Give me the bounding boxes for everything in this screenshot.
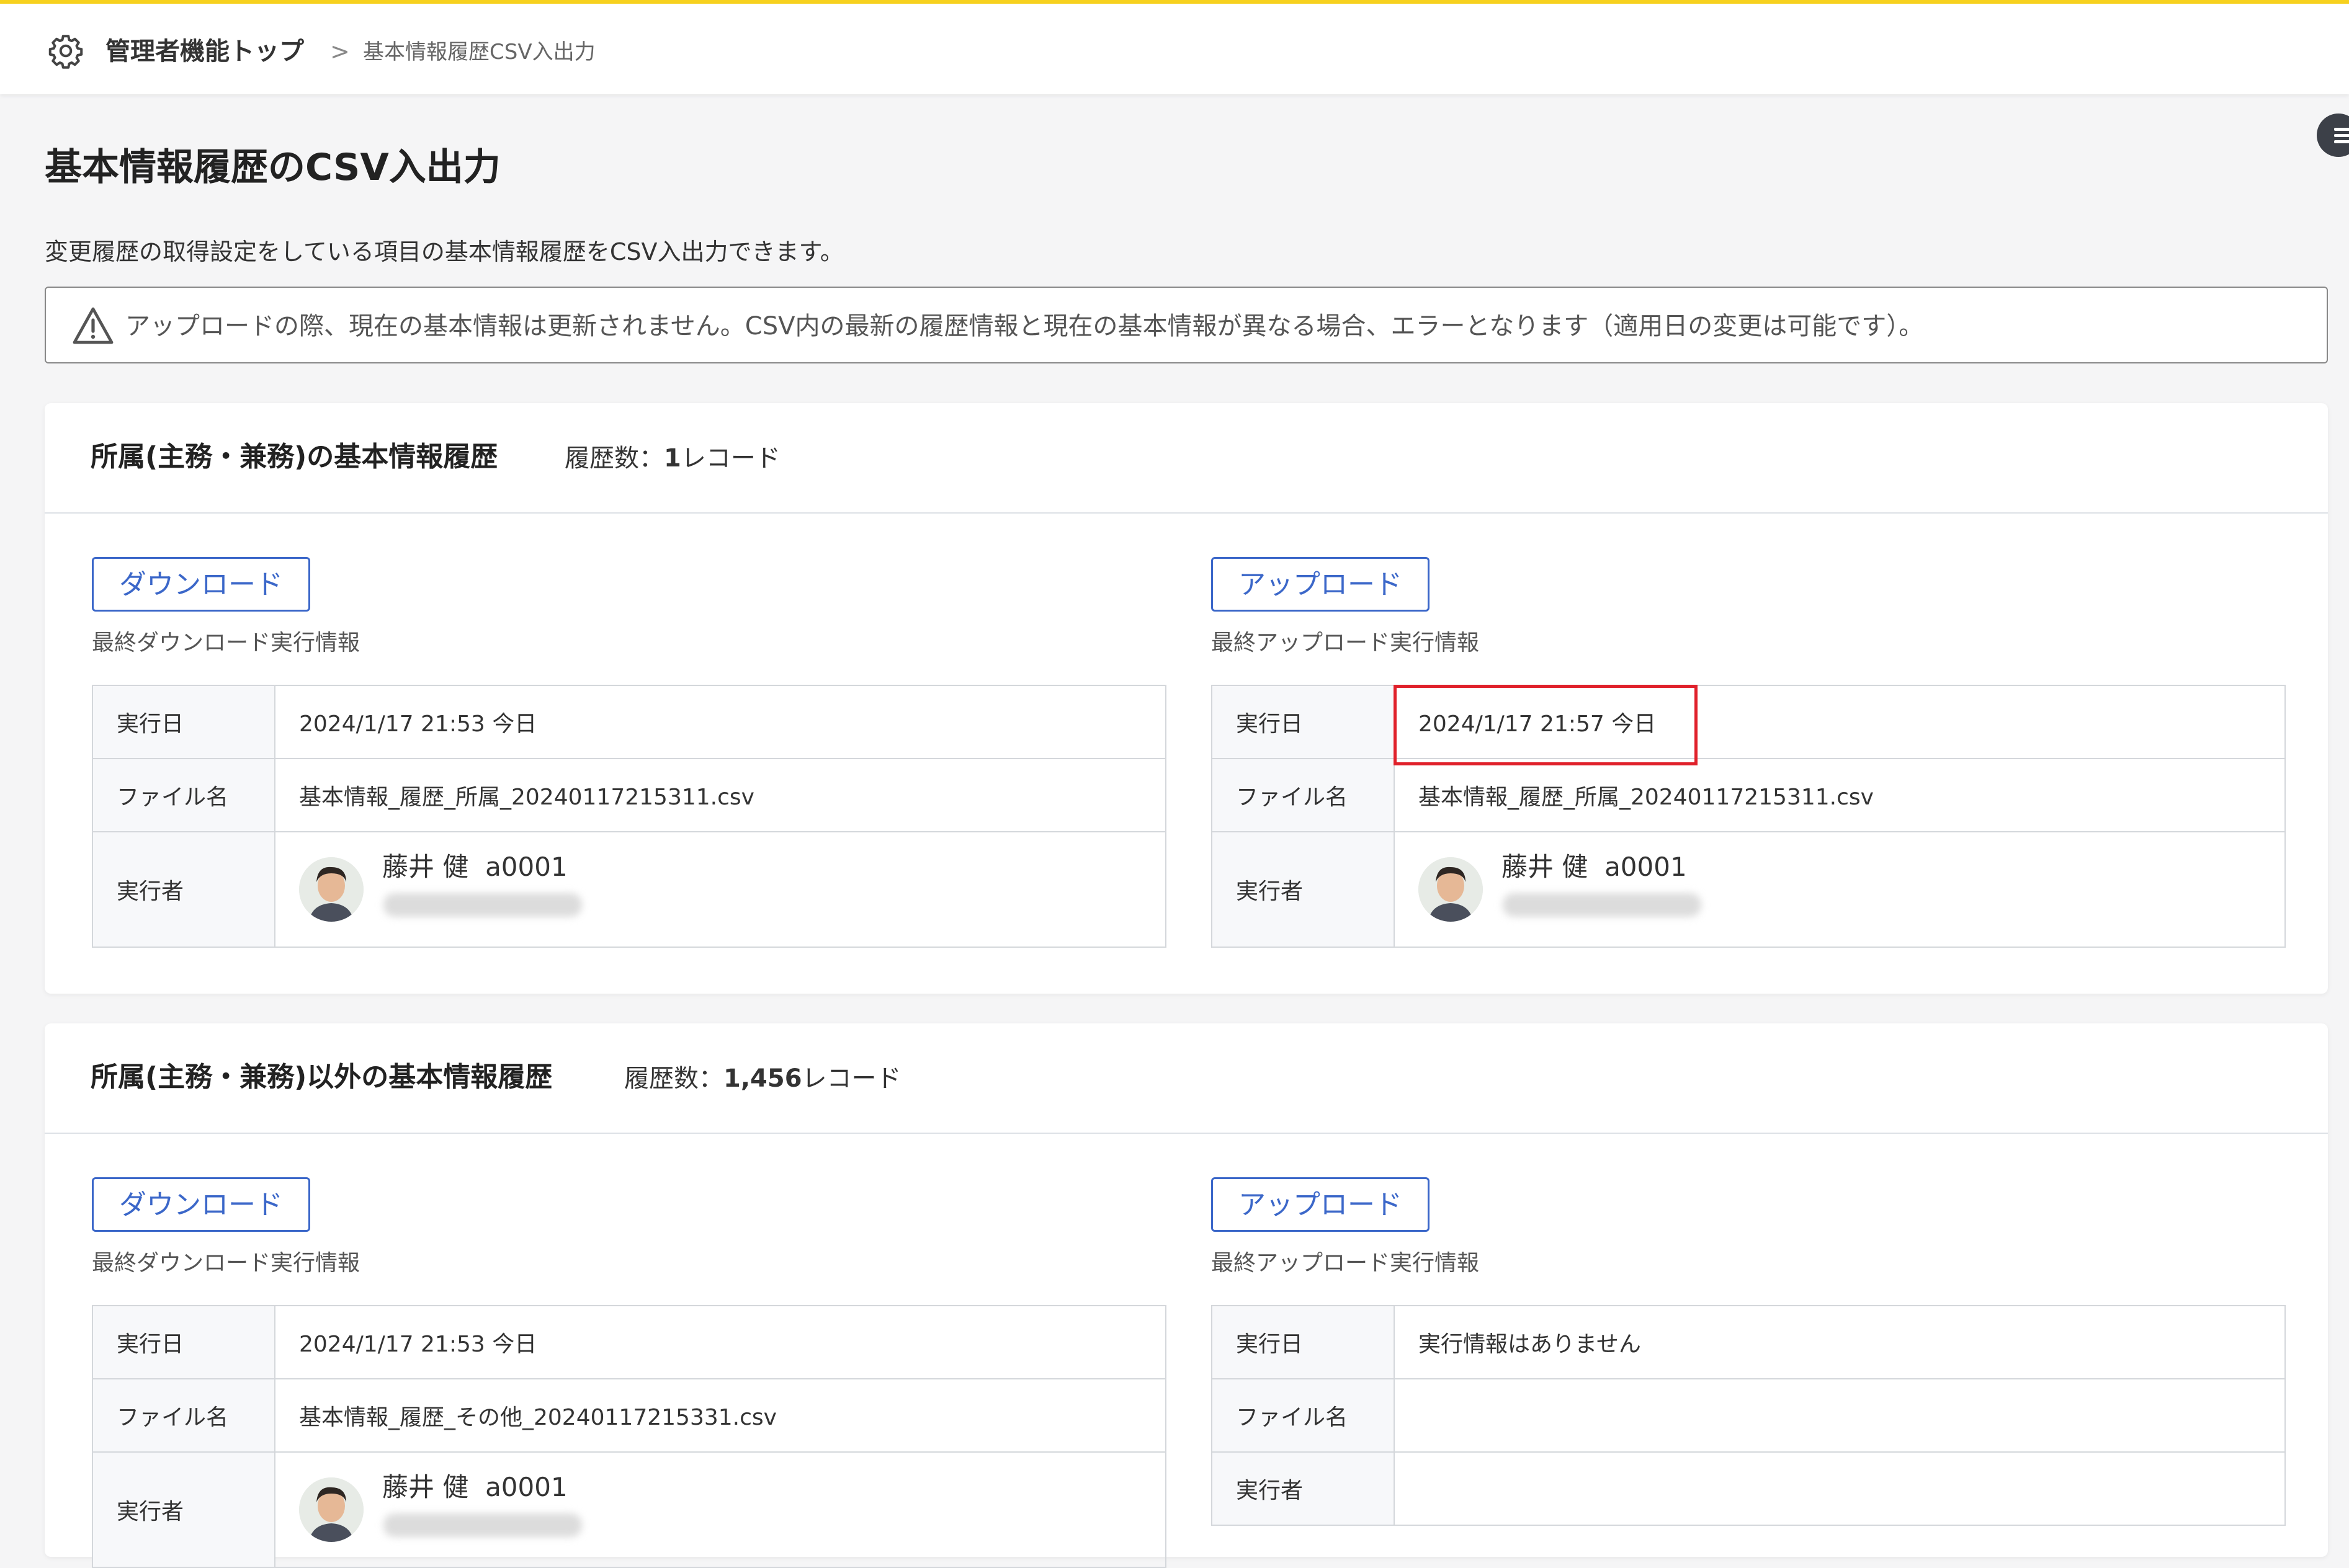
exec-date-value: 2024/1/17 21:53 今日 (274, 1305, 1166, 1379)
exec-date-value: 2024/1/17 21:53 今日 (274, 685, 1166, 759)
table-row: ファイル名 (1211, 1378, 2286, 1453)
last-upload-heading: 最終アップロード実行情報 (1211, 1250, 1480, 1276)
section-header: 所属(主務・兼務)の基本情報履歴 履歴数：1レコード (45, 403, 2328, 514)
last-download-heading: 最終ダウンロード実行情報 (92, 630, 360, 656)
executor-label: 実行者 (1211, 831, 1395, 948)
exec-date-label: 実行日 (1211, 685, 1395, 759)
file-name-label: ファイル名 (92, 758, 275, 832)
last-upload-heading: 最終アップロード実行情報 (1211, 630, 1480, 656)
table-row: 実行日 2024/1/17 21:53 今日 (92, 1305, 1166, 1379)
exec-date-label: 実行日 (92, 1305, 275, 1379)
executor-label: 実行者 (1211, 1451, 1395, 1526)
file-name-label: ファイル名 (1211, 1378, 1395, 1453)
record-count: 履歴数：1レコード (565, 444, 781, 473)
page-title: 基本情報履歴のCSV入出力 (45, 146, 501, 189)
breadcrumb-separator: > (330, 38, 350, 65)
executor-value: 藤井 健 a0001 (274, 1451, 1166, 1568)
file-name-value: 基本情報_履歴_所属_20240117215311.csv (1394, 758, 2286, 832)
avatar (299, 1477, 364, 1542)
upload-info-table: 実行日 実行情報はありません ファイル名 実行者 (1211, 1305, 2286, 1526)
executor-name: 藤井 健 a0001 (382, 1472, 568, 1502)
download-info-table: 実行日 2024/1/17 21:53 今日 ファイル名 基本情報_履歴_その他… (92, 1305, 1166, 1568)
menu-icon (2334, 128, 2349, 131)
table-row: 実行者 藤井 健 a0001 (92, 1451, 1166, 1568)
table-row: ファイル名 基本情報_履歴_所属_20240117215311.csv (1211, 758, 2286, 832)
download-info-table: 実行日 2024/1/17 21:53 今日 ファイル名 基本情報_履歴_所属_… (92, 685, 1166, 948)
gear-icon[interactable] (47, 32, 84, 69)
record-count: 履歴数：1,456レコード (624, 1064, 902, 1093)
file-name-label: ファイル名 (1211, 758, 1395, 832)
section-title: 所属(主務・兼務)の基本情報履歴 (91, 441, 498, 473)
breadcrumb-admin-top-link[interactable]: 管理者機能トップ (105, 36, 304, 67)
side-menu-toggle[interactable] (2317, 114, 2349, 157)
warning-notice-text: アップロードの際、現在の基本情報は更新されません。CSV内の最新の履歴情報と現在… (125, 312, 1924, 341)
file-name-value: 基本情報_履歴_所属_20240117215311.csv (274, 758, 1166, 832)
highlight-box (1394, 685, 1698, 765)
executor-value: 藤井 健 a0001 (1394, 831, 2286, 948)
warning-notice: アップロードの際、現在の基本情報は更新されません。CSV内の最新の履歴情報と現在… (45, 287, 2328, 363)
section-header: 所属(主務・兼務)以外の基本情報履歴 履歴数：1,456レコード (45, 1023, 2328, 1134)
breadcrumb-current: 基本情報履歴CSV入出力 (363, 40, 596, 65)
exec-date-value: 実行情報はありません (1394, 1305, 2286, 1379)
executor-email-redacted (383, 1513, 582, 1537)
last-download-heading: 最終ダウンロード実行情報 (92, 1250, 360, 1276)
upload-info-table: 実行日 2024/1/17 21:57 今日 ファイル名 基本情報_履歴_所属_… (1211, 685, 2286, 948)
upload-button[interactable]: アップロード (1211, 557, 1430, 612)
file-name-value: 基本情報_履歴_その他_20240117215331.csv (274, 1378, 1166, 1453)
exec-date-label: 実行日 (1211, 1305, 1395, 1379)
upload-button[interactable]: アップロード (1211, 1177, 1430, 1232)
table-row: ファイル名 基本情報_履歴_その他_20240117215331.csv (92, 1378, 1166, 1453)
executor-email-redacted (1503, 893, 1701, 917)
file-name-label: ファイル名 (92, 1378, 275, 1453)
executor-label: 実行者 (92, 1451, 275, 1568)
download-button[interactable]: ダウンロード (92, 557, 310, 612)
table-row: 実行者 (1211, 1451, 2286, 1526)
executor-name: 藤井 健 a0001 (1501, 852, 1687, 882)
warning-icon (73, 307, 114, 344)
table-row: 実行日 2024/1/17 21:53 今日 (92, 685, 1166, 759)
executor-email-redacted (383, 893, 582, 917)
section-other-history: 所属(主務・兼務)以外の基本情報履歴 履歴数：1,456レコード ダウンロード … (45, 1023, 2328, 1568)
avatar (1418, 857, 1483, 922)
table-row: ファイル名 基本情報_履歴_所属_20240117215311.csv (92, 758, 1166, 832)
download-button[interactable]: ダウンロード (92, 1177, 310, 1232)
executor-name: 藤井 健 a0001 (382, 852, 568, 882)
page-description: 変更履歴の取得設定をしている項目の基本情報履歴をCSV入出力できます。 (45, 238, 844, 265)
avatar (299, 857, 364, 922)
table-row: 実行者 藤井 健 a0001 (92, 831, 1166, 948)
executor-value: 藤井 健 a0001 (274, 831, 1166, 948)
file-name-value (1394, 1378, 2286, 1453)
section-title: 所属(主務・兼務)以外の基本情報履歴 (91, 1061, 553, 1093)
executor-label: 実行者 (92, 831, 275, 948)
exec-date-label: 実行日 (92, 685, 275, 759)
executor-value (1394, 1451, 2286, 1526)
breadcrumb-header: 管理者機能トップ > 基本情報履歴CSV入出力 (0, 4, 2349, 94)
section-affiliation-history: 所属(主務・兼務)の基本情報履歴 履歴数：1レコード ダウンロード 最終ダウンロ… (45, 403, 2328, 994)
table-row: 実行者 藤井 健 a0001 (1211, 831, 2286, 948)
table-row: 実行日 2024/1/17 21:57 今日 (1211, 685, 2286, 759)
table-row: 実行日 実行情報はありません (1211, 1305, 2286, 1379)
